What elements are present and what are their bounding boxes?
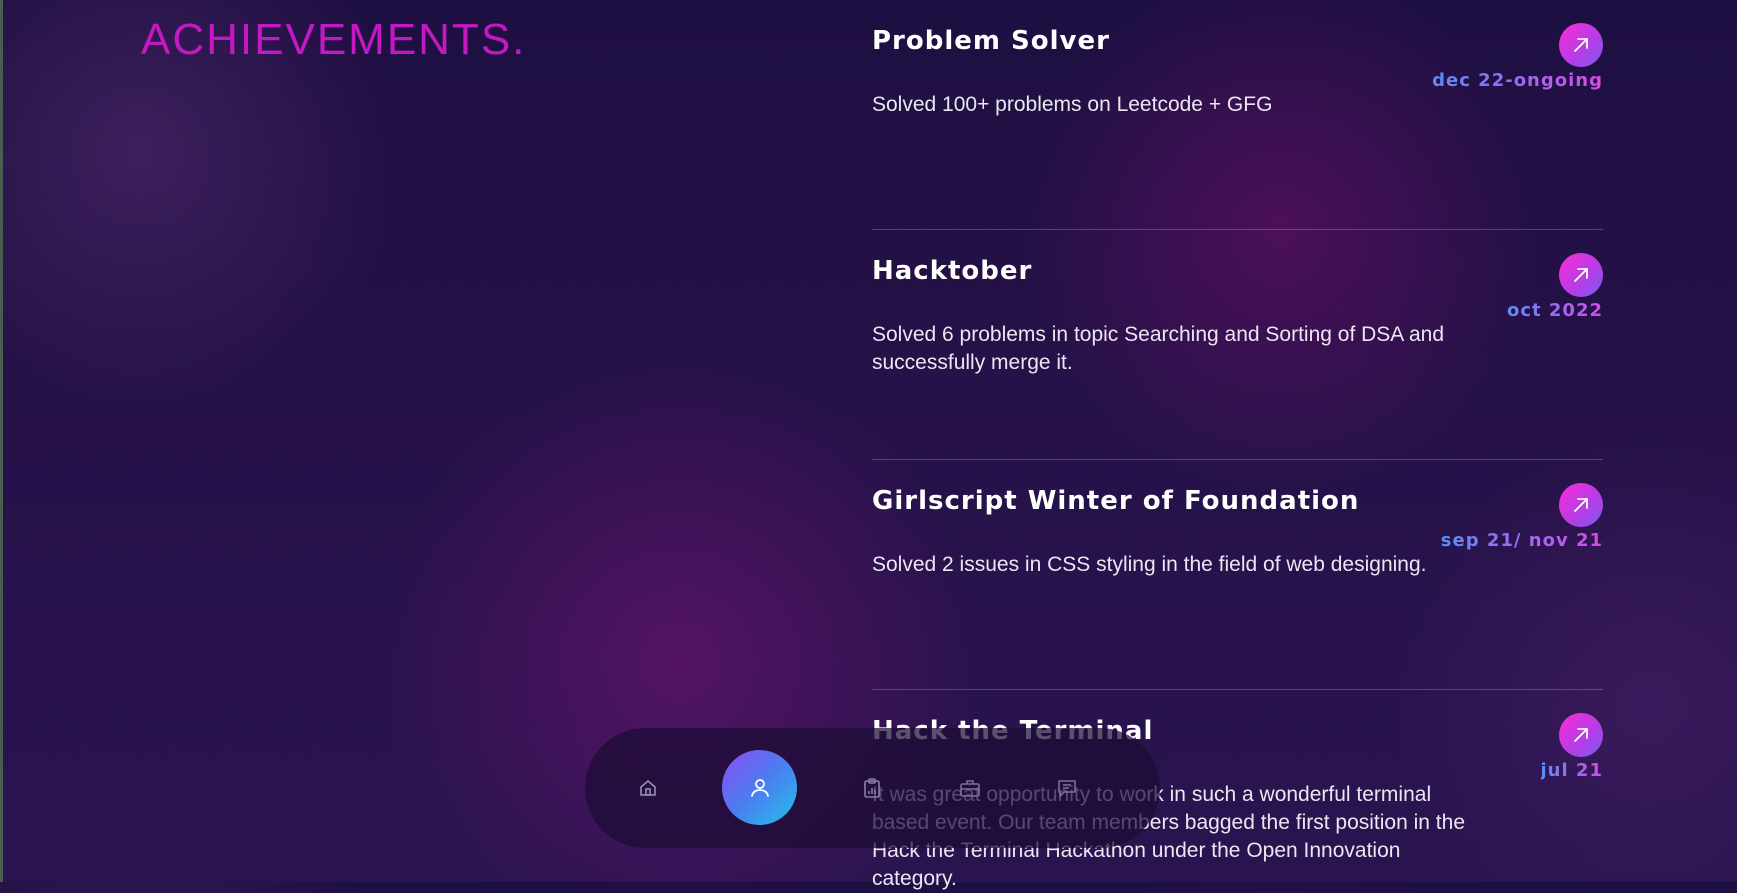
briefcase-icon [960,780,980,797]
achievement-description: Solved 2 issues in CSS styling in the fi… [872,553,1427,576]
achievement-title: Problem Solver [872,26,1110,56]
achievement-date: jul 21 [1540,760,1603,781]
clipboard-icon [864,778,880,798]
achievement-link-button[interactable] [1559,23,1603,67]
achievement-date: oct 2022 [1506,300,1603,321]
bottom-nav-dock [585,728,1160,848]
nav-contact-button[interactable] [1047,768,1087,808]
achievement-link-button[interactable] [1559,253,1603,297]
achievement-title: Girlscript Winter of Foundation [872,486,1360,516]
arrow-up-right-icon [1574,498,1588,512]
achievement-description: Solved 100+ problems on Leetcode + GFG [872,93,1273,116]
arrow-up-right-icon [1574,728,1588,742]
section-title: ACHIEVEMENTS. [141,15,527,64]
achievement-link-button[interactable] [1559,483,1603,527]
arrow-up-right-icon [1574,268,1588,282]
achievement-date: sep 21/ nov 21 [1440,530,1603,551]
achievement-title: Hacktober [872,256,1033,286]
achievement-card: Girlscript Winter of Foundation sep 21/ … [872,460,1603,690]
nav-resume-button[interactable] [852,768,892,808]
achievement-card: Hacktober oct 2022 Solved 6 problems in … [872,230,1603,460]
achievement-date: dec 22-ongoing [1432,70,1603,91]
nav-home-button[interactable] [628,768,668,808]
nav-projects-button[interactable] [950,768,990,808]
window-left-edge [0,0,3,882]
achievement-description: Solved 6 problems in topic Searching and… [872,323,1445,374]
nav-about-button[interactable] [722,750,797,825]
home-icon [640,780,656,796]
user-icon [750,778,769,797]
arrow-up-right-icon [1574,38,1588,52]
message-icon [1058,780,1076,797]
achievement-card: Problem Solver dec 22-ongoing Solved 100… [872,0,1603,230]
achievement-link-button[interactable] [1559,713,1603,757]
